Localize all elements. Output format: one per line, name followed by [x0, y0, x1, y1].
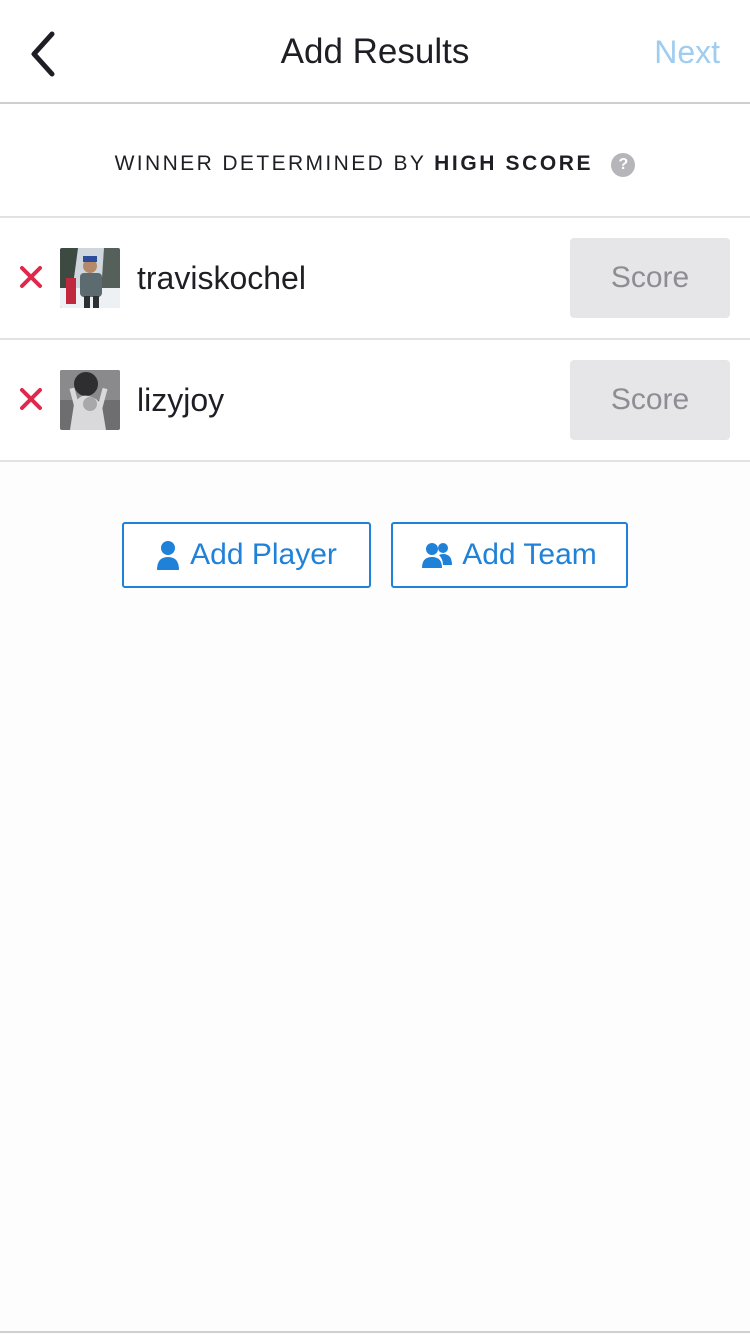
add-player-label: Add Player: [190, 538, 337, 571]
remove-player-button[interactable]: [16, 384, 46, 414]
close-icon: [20, 266, 42, 288]
bottom-divider: [0, 1331, 750, 1333]
close-icon: [20, 388, 42, 410]
page-title: Add Results: [280, 32, 470, 71]
remove-player-button[interactable]: [16, 262, 46, 292]
people-icon: [422, 543, 453, 568]
add-team-button[interactable]: Add Team: [391, 522, 628, 588]
player-name: lizyjoy: [137, 382, 225, 418]
player-row: traviskochel: [0, 218, 750, 340]
winner-criteria-text: WINNER DETERMINED BY HIGH SCORE ?: [0, 152, 750, 177]
next-button[interactable]: Next: [654, 34, 720, 71]
winner-criteria-prefix: WINNER DETERMINED BY: [114, 152, 426, 175]
player-name: traviskochel: [137, 260, 306, 296]
help-icon[interactable]: ?: [611, 153, 636, 177]
avatar: [60, 370, 120, 430]
person-icon: [157, 541, 180, 570]
player-row: lizyjoy: [0, 340, 750, 462]
score-input[interactable]: [570, 360, 730, 440]
avatar: [60, 248, 120, 308]
winner-criteria-banner: WINNER DETERMINED BY HIGH SCORE ?: [0, 104, 750, 218]
add-player-button[interactable]: Add Player: [122, 522, 371, 588]
add-team-label: Add Team: [462, 538, 597, 571]
score-input[interactable]: [570, 238, 730, 318]
navigation-bar: Add Results Next: [0, 0, 750, 104]
winner-criteria-method[interactable]: HIGH SCORE: [434, 152, 593, 175]
